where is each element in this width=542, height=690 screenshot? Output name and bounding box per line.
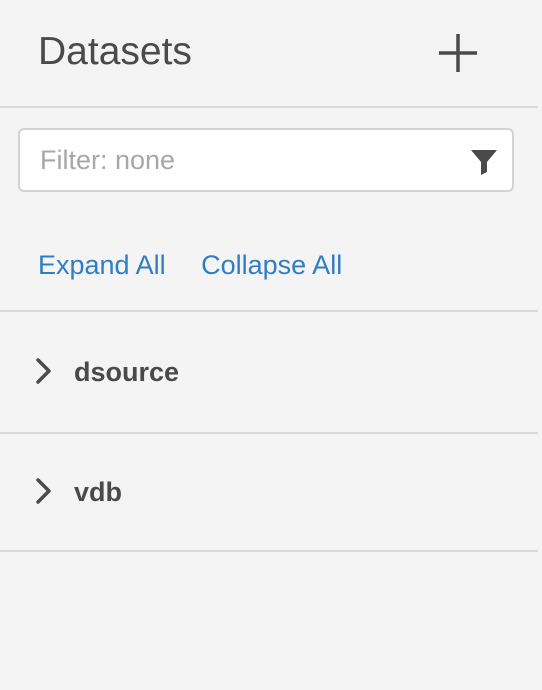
add-dataset-button[interactable] — [436, 31, 480, 75]
tree-item-dsource[interactable]: dsource — [0, 312, 538, 432]
chevron-right-icon[interactable] — [34, 477, 54, 505]
tree-actions: Expand All Collapse All — [38, 247, 342, 283]
chevron-right-icon[interactable] — [34, 357, 54, 385]
tree-item-label: vdb — [74, 477, 123, 507]
tree-item-label: dsource — [74, 357, 180, 387]
plus-icon — [439, 34, 477, 72]
panel-header: Datasets — [0, 0, 538, 108]
filter-input[interactable] — [40, 130, 450, 190]
divider — [0, 550, 538, 552]
datasets-panel: Datasets Expand All Collapse All dsource — [0, 0, 538, 690]
tree-item-vdb[interactable]: vdb — [0, 434, 538, 554]
collapse-all-link[interactable]: Collapse All — [201, 247, 342, 283]
filter-field — [18, 128, 514, 192]
page-title: Datasets — [38, 30, 192, 73]
funnel-icon[interactable] — [470, 148, 498, 176]
expand-all-link[interactable]: Expand All — [38, 247, 166, 283]
